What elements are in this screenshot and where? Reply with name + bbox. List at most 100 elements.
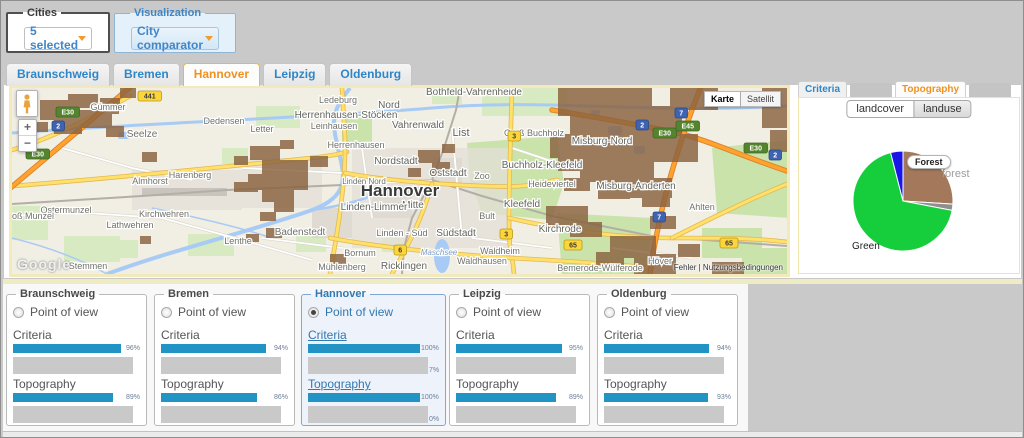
point-of-view-radio[interactable] (13, 307, 24, 318)
visualization-select[interactable]: City comparator (131, 27, 219, 50)
road-shield: 2 (52, 121, 65, 131)
map-place-label: Linden-Limmer (341, 202, 408, 213)
map-place-label: Waldheim (480, 246, 520, 256)
svg-text:65: 65 (725, 241, 733, 248)
map-type-satellit-button[interactable]: Satellit (741, 91, 781, 107)
map-place-label: Herrenhausen (327, 140, 384, 150)
svg-text:65: 65 (569, 243, 577, 250)
redacted-block (161, 357, 281, 374)
map-place-label: Leinhausen (311, 121, 358, 131)
road-shield: E30 (653, 128, 677, 138)
svg-text:E45: E45 (682, 124, 695, 131)
tab-bremen[interactable]: Bremen (113, 63, 180, 86)
side-tab-redacted[interactable] (850, 83, 892, 97)
criteria-bar (604, 344, 709, 353)
criteria-bar (308, 344, 420, 353)
map-attribution-links[interactable]: Fehler | Nutzungsbedingungen (674, 263, 783, 272)
map-place-label: Kirchrode (539, 224, 582, 235)
map-place-label: Almhorst (132, 176, 168, 186)
panel-title: Braunschweig (16, 288, 99, 300)
svg-text:7: 7 (679, 111, 683, 118)
svg-text:6: 6 (398, 248, 402, 255)
map-place-label: Höver (648, 256, 672, 266)
redacted-block (13, 406, 133, 423)
redacted-block (456, 357, 576, 374)
topography-percent: 89% (569, 394, 583, 401)
city-comparison-panels: Braunschweig Point of view Criteria 96% … (3, 284, 748, 431)
road-shield: E30 (56, 107, 80, 117)
point-of-view-radio[interactable] (308, 307, 319, 318)
map-place-label: Groß Munzel (12, 211, 54, 221)
panel-leipzig: Leipzig Point of view Criteria 95% Topog… (449, 288, 590, 426)
topography-bar (161, 393, 257, 402)
zoom-in-button[interactable]: + (19, 120, 36, 136)
side-tab-criteria[interactable]: Criteria (798, 81, 847, 97)
topography-chart-panel: landcover landuse Forest forest Green (798, 97, 1020, 274)
hannover-map[interactable]: GümmerDedensenSeelzeLetterHarenbergAlmho… (9, 85, 790, 277)
tab-oldenburg[interactable]: Oldenburg (329, 63, 412, 86)
panel-title: Oldenburg (607, 288, 671, 300)
svg-text:E30: E30 (750, 146, 763, 153)
map-place-label: Herrenhausen-Stöcken (295, 110, 398, 121)
side-tab-redacted[interactable] (969, 83, 1011, 97)
tab-hannover[interactable]: Hannover (183, 63, 260, 86)
map-place-label: List (452, 127, 469, 139)
topography-bar (456, 393, 556, 402)
tab-braunschweig[interactable]: Braunschweig (6, 63, 110, 86)
cities-fieldset: Cities 5 selected (6, 7, 110, 53)
road-shield: 441 (138, 91, 162, 101)
road-shield: E45 (676, 121, 700, 131)
visualization-fieldset: Visualization City comparator (114, 7, 236, 53)
map-place-label: Misburg-Nord (572, 136, 633, 147)
tab-leipzig[interactable]: Leipzig (263, 63, 326, 86)
pie-tooltip: Forest (907, 155, 951, 169)
point-of-view-radio[interactable] (604, 307, 615, 318)
visualization-select-value: City comparator (137, 24, 205, 52)
point-of-view-radio[interactable] (161, 307, 172, 318)
side-tab-topography[interactable]: Topography (895, 81, 966, 97)
redacted-block (456, 406, 576, 423)
svg-text:2: 2 (640, 123, 644, 130)
criteria-label: Criteria (456, 328, 583, 342)
landcover-button[interactable]: landcover (846, 100, 914, 118)
map-place-label: Gümmer (90, 102, 125, 112)
side-tab-bar: Criteria Topography (798, 80, 1022, 97)
map-place-label: Misburg-Anderten (596, 181, 675, 192)
map-place-label: Maschsee (421, 248, 458, 257)
map-place-label: Harenberg (169, 170, 212, 180)
landuse-button[interactable]: landuse (913, 100, 972, 118)
topography-percent: 93% (717, 394, 731, 401)
svg-text:E30: E30 (32, 152, 45, 159)
app-window: Cities 5 selected Visualization City com… (0, 0, 1024, 438)
svg-text:3: 3 (504, 232, 508, 239)
map-place-label: Lathwehren (106, 220, 153, 230)
map-place-label: Badenstedt (275, 227, 326, 238)
criteria-label: Criteria (161, 328, 288, 342)
topography-bar (308, 393, 420, 402)
criteria-bar (456, 344, 562, 353)
landcover-pie-chart[interactable] (799, 98, 1019, 273)
pegman-control[interactable] (16, 90, 38, 117)
map-type-karte-button[interactable]: Karte (704, 91, 741, 107)
zoom-out-button[interactable]: − (19, 136, 36, 151)
map-type-control: Karte Satellit (704, 91, 781, 107)
criteria-percent: 94% (274, 345, 288, 352)
svg-text:2: 2 (773, 153, 777, 160)
topography-label: Topography (456, 377, 583, 391)
cities-select[interactable]: 5 selected (24, 27, 92, 50)
svg-text:2: 2 (56, 124, 60, 131)
redacted-block (308, 406, 428, 423)
pie-slice-label-green: Green (852, 241, 880, 252)
map-canvas[interactable]: GümmerDedensenSeelzeLetterHarenbergAlmho… (12, 88, 787, 274)
map-place-label: Südstadt (436, 228, 476, 239)
point-of-view-radio[interactable] (456, 307, 467, 318)
layer-toggle-group: landcover landuse (846, 100, 971, 118)
criteria-percent: 95% (569, 345, 583, 352)
topography-label: Topography (604, 377, 731, 391)
criteria-percent: 100% (421, 345, 439, 352)
point-of-view-label: Point of view (473, 305, 541, 319)
panel-braunschweig: Braunschweig Point of view Criteria 96% … (6, 288, 147, 426)
redacted-block (604, 357, 724, 374)
map-place-label: Ricklingen (381, 261, 427, 272)
map-place-label: Nord (378, 100, 400, 111)
